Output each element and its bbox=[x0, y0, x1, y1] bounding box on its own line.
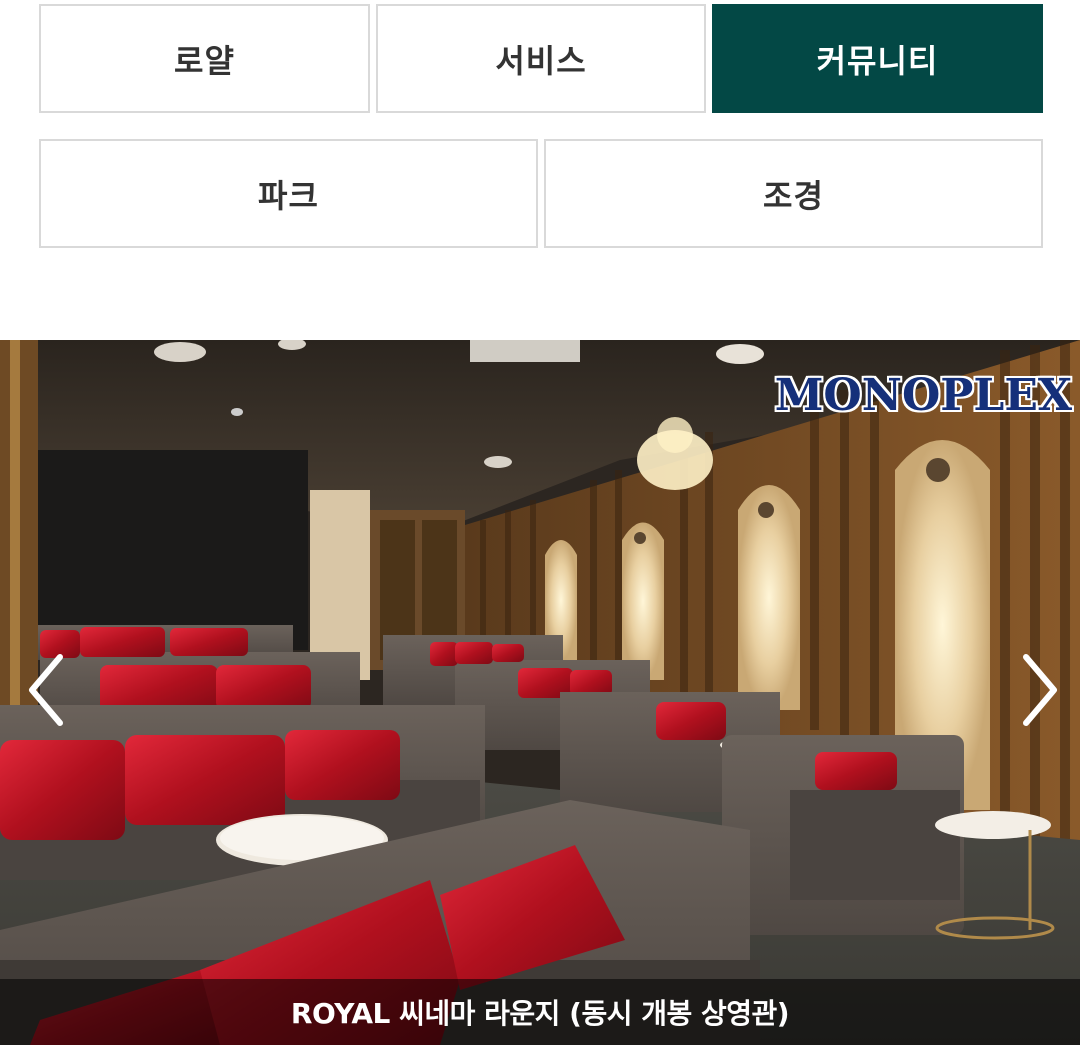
tab-community[interactable]: 커뮤니티 bbox=[712, 4, 1043, 113]
next-slide-button[interactable] bbox=[1010, 650, 1070, 730]
cinema-lounge-photo bbox=[0, 340, 1080, 1045]
prev-slide-button[interactable] bbox=[16, 650, 76, 730]
monoplex-logo: MONOPLEX bbox=[774, 370, 1072, 421]
photo-slider: MONOPLEX ROYAL 씨네마 라운지 (동시 개봉 상영관) bbox=[0, 340, 1080, 1045]
chevron-left-icon bbox=[29, 654, 63, 726]
tab-park[interactable]: 파크 bbox=[39, 139, 538, 248]
chevron-right-icon bbox=[1023, 654, 1057, 726]
tab-royal[interactable]: 로얄 bbox=[39, 4, 370, 113]
tab-service[interactable]: 서비스 bbox=[376, 4, 706, 113]
slide-caption: ROYAL 씨네마 라운지 (동시 개봉 상영관) bbox=[0, 979, 1080, 1045]
tab-landscape[interactable]: 조경 bbox=[544, 139, 1043, 248]
